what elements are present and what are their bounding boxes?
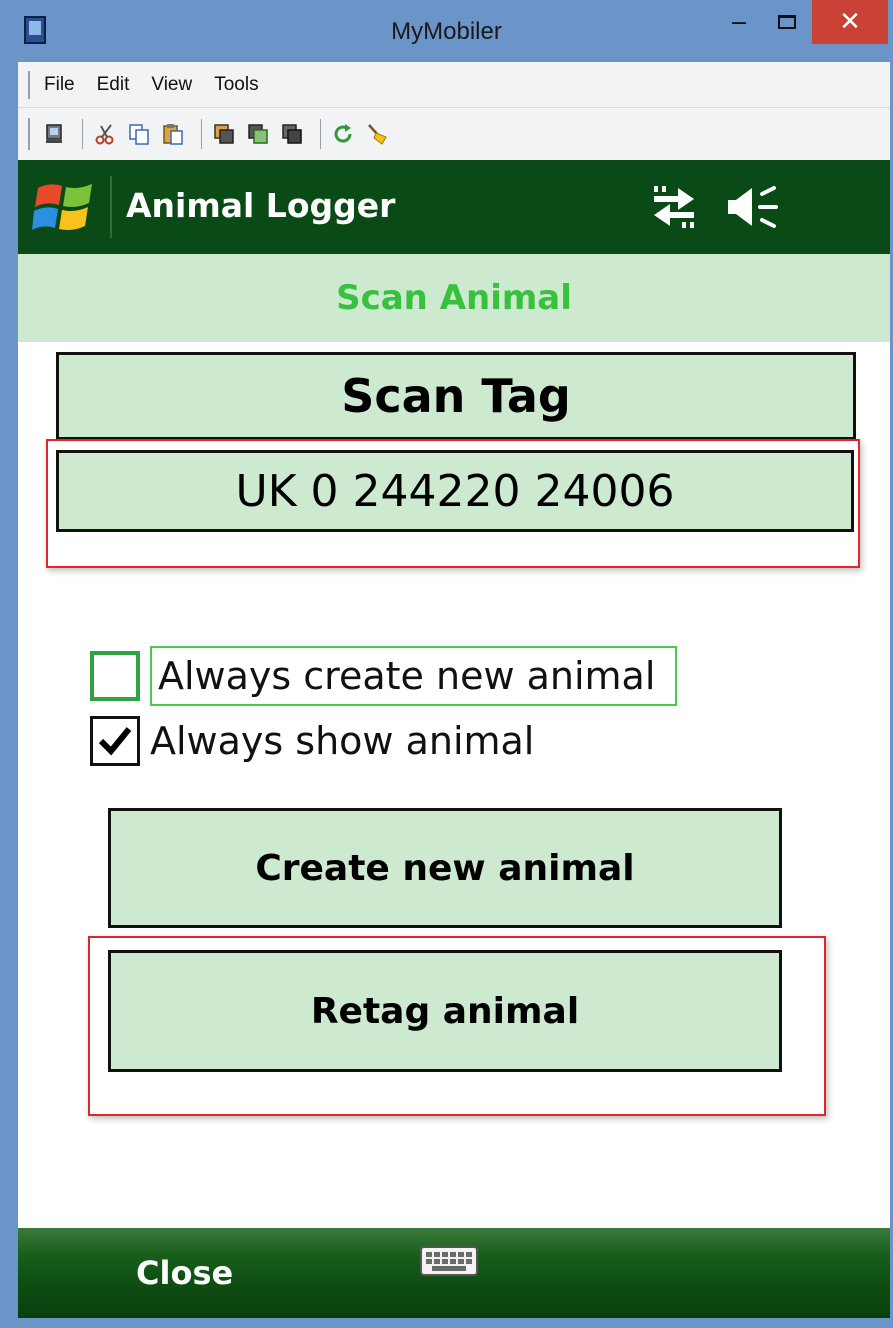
toolbar-grip[interactable] [28, 118, 30, 150]
toolbar-separator [320, 119, 321, 149]
tag-field-highlight [46, 439, 860, 568]
always-show-animal-label[interactable]: Always show animal [150, 719, 534, 763]
menu-tools[interactable]: Tools [214, 74, 258, 96]
device-icon[interactable] [40, 120, 68, 148]
connectivity-icon[interactable] [650, 182, 698, 230]
close-softkey[interactable]: Close [136, 1254, 233, 1292]
screen-title-bar: Scan Animal [18, 254, 890, 342]
windows-start-icon[interactable] [32, 176, 96, 238]
refresh-icon[interactable] [329, 120, 357, 148]
clean-icon[interactable] [363, 120, 391, 148]
title-bar: MyMobiler ‒ ✕ [0, 0, 893, 62]
window-paste-icon[interactable] [244, 120, 272, 148]
paste-icon[interactable] [159, 120, 187, 148]
toolbar [18, 108, 890, 160]
app-title: Animal Logger [126, 186, 396, 225]
create-new-animal-button[interactable]: Create new animal [108, 808, 782, 928]
checkmark-icon [98, 727, 132, 756]
maximize-button[interactable] [768, 0, 806, 44]
header-divider [110, 176, 112, 238]
window-icon[interactable] [278, 120, 306, 148]
menubar-grip[interactable] [28, 70, 30, 99]
always-create-new-animal-checkbox[interactable] [90, 651, 140, 701]
toolbar-separator [82, 119, 83, 149]
mymobiler-window: MyMobiler ‒ ✕ File Edit View Tools Anima… [0, 0, 893, 1328]
scan-tag-label: Scan Tag [341, 369, 571, 423]
menu-file[interactable]: File [44, 74, 75, 96]
menu-edit[interactable]: Edit [97, 74, 130, 96]
create-new-animal-label: Create new animal [255, 847, 635, 889]
keyboard-icon[interactable] [420, 1246, 478, 1276]
always-show-animal-option[interactable]: Always show animal [90, 716, 534, 766]
screen-title: Scan Animal [336, 278, 572, 318]
always-create-new-animal-option[interactable]: Always create new animal [90, 646, 678, 706]
softkey-bar: Close [18, 1228, 890, 1318]
retag-button-highlight [88, 936, 826, 1116]
scan-tag-button[interactable]: Scan Tag [56, 352, 856, 440]
device-screen: Animal Logger Scan Animal Scan Tag UK 0 … [18, 160, 890, 1318]
app-header: Animal Logger [18, 160, 890, 254]
maximize-icon [778, 15, 796, 29]
volume-icon[interactable] [726, 184, 780, 230]
window-title: MyMobiler [391, 18, 502, 45]
close-icon: ✕ [839, 7, 861, 37]
toolbar-separator [201, 119, 202, 149]
always-show-animal-checkbox[interactable] [90, 716, 140, 766]
minimize-button[interactable]: ‒ [720, 0, 758, 44]
minimize-icon: ‒ [730, 7, 748, 37]
always-create-new-animal-label[interactable]: Always create new animal [150, 646, 678, 706]
close-window-button[interactable]: ✕ [812, 0, 888, 44]
copy-icon[interactable] [125, 120, 153, 148]
window-copy-icon[interactable] [210, 120, 238, 148]
menu-bar: File Edit View Tools [18, 62, 890, 108]
cut-icon[interactable] [91, 120, 119, 148]
menu-view[interactable]: View [151, 74, 192, 96]
